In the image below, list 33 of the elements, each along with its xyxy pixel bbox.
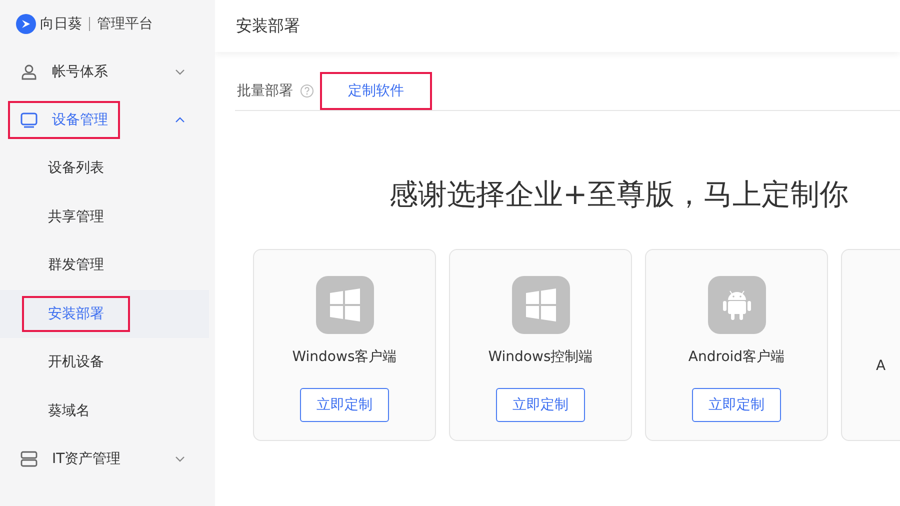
- product-name: Windows控制端: [488, 348, 593, 366]
- submenu-item[interactable]: 共享管理: [22, 198, 130, 235]
- submenu-item[interactable]: 开机设备: [22, 344, 130, 380]
- submenu-item[interactable]: 群发管理: [22, 247, 130, 284]
- submenu-item[interactable]: 设备列表: [22, 150, 130, 186]
- customize-button[interactable]: 立即定制: [692, 388, 781, 422]
- chevron-icon: [175, 117, 185, 123]
- monitor-icon: [20, 111, 38, 129]
- product-name: Android客户端: [688, 348, 785, 366]
- product-name: Windows客户端: [292, 348, 397, 366]
- server-icon: [20, 450, 38, 468]
- android-logo-icon: [708, 276, 766, 334]
- windows-logo-icon: [316, 276, 374, 334]
- customize-button[interactable]: 立即定制: [300, 388, 389, 422]
- brand-name: 向日葵: [40, 15, 82, 33]
- tab[interactable]: 批量部署: [235, 72, 295, 110]
- user-icon: [20, 63, 38, 81]
- product-name: A: [876, 358, 886, 374]
- windows-logo-icon: [512, 276, 570, 334]
- chevron-icon: [175, 456, 185, 462]
- submenu-item[interactable]: 安装部署: [22, 296, 130, 332]
- help-icon[interactable]: [300, 84, 314, 98]
- tab[interactable]: 定制软件: [320, 72, 432, 110]
- customize-button[interactable]: 立即定制: [496, 388, 585, 422]
- logo-icon: [16, 14, 36, 34]
- headline: 感谢选择企业+至尊版，马上定制你: [388, 176, 850, 213]
- chevron-icon: [175, 69, 185, 75]
- menu-item[interactable]: 设备管理: [8, 101, 120, 139]
- submenu-item[interactable]: 葵域名: [22, 392, 116, 429]
- menu-item[interactable]: 帐号体系: [8, 53, 120, 91]
- brand-subtitle: 管理平台: [97, 15, 153, 33]
- page-title: 安装部署: [236, 16, 300, 36]
- menu-item[interactable]: IT资产管理: [8, 440, 133, 478]
